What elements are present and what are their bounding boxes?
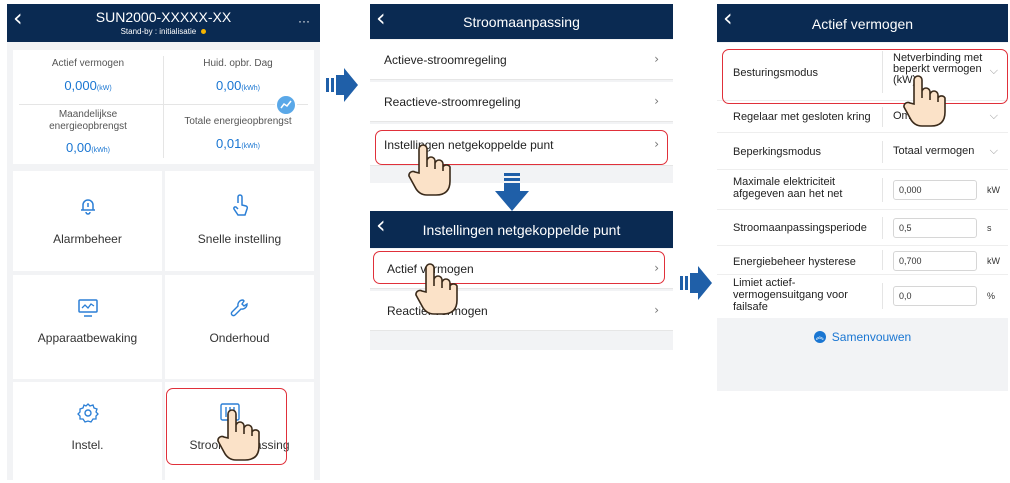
unit-label: kW [987,185,1000,195]
setting-label: Energiebeheer hysterese [733,256,856,268]
pointing-hand-icon [217,409,260,461]
collapse-label: Samenvouwen [831,329,912,344]
unit-label: kW [987,256,1000,266]
setting-row[interactable]: Beperkingsmodus Totaal vermogen ⌵ [717,133,1008,170]
more-icon[interactable]: ··· [298,14,310,28]
pointing-hand-icon [408,144,451,196]
status-text: Stand-by : initialisatie [120,27,197,36]
chevron-down-icon: ⌵ [989,144,998,157]
value-input[interactable]: 0,5 [893,218,977,238]
value-input[interactable]: 0,700 [893,251,977,271]
page-title: Instellingen netgekoppelde punt [422,222,621,238]
device-status: Stand-by : initialisatie [7,27,320,36]
stat-number: 0,00 [216,78,242,93]
setting-label: Regelaar met gesloten kring [733,111,871,123]
bell-icon [81,199,95,215]
unit-label: % [987,291,996,301]
flow-arrow-icon [326,68,358,102]
chevron-down-icon: ⌵ [989,109,998,122]
setting-row[interactable]: Regelaar met gesloten kring Omvormer ⌵ [717,101,1008,133]
setting-value: Totaal vermogen [893,145,975,157]
stat-number: 0,01 [216,136,242,151]
stat-unit: (kW) [96,85,112,92]
stat-value: 0,00(kWh) [13,140,163,155]
navbar: ‹ Stroomaanpassing [370,4,673,39]
setting-row: Stroomaanpassingsperiode 0,5 s [717,210,1008,246]
unit-label: s [987,223,992,233]
chart-icon[interactable] [275,94,297,116]
stat-value: 0,000(kW) [13,78,163,93]
tile-label: Instel. [71,438,104,452]
stat-value: 0,00(kWh) [163,78,313,93]
value-input[interactable]: 0,0 [893,286,977,306]
setting-divider [882,217,883,239]
device-title: SUN2000-XXXXX-XX [95,9,232,25]
stat-label: Totale energieopbrengst [184,116,292,127]
chevron-up-circle-icon: ︽ [813,330,826,343]
stat-unit: (kWh) [91,147,110,154]
monitor-icon [78,299,98,317]
tile-label: Apparaatbewaking [37,331,138,345]
stats-card: Actief vermogen 0,000(kW) Huid. opbr. Da… [13,50,314,164]
flow-arrow-icon [680,266,712,300]
navbar: ‹ Actief vermogen [717,4,1008,42]
gear-icon [77,403,99,423]
wrench-icon [230,299,248,317]
tile-snelle-instelling[interactable]: Snelle instelling [165,171,314,271]
list-item-label: Actieve-stroomregeling [384,53,507,67]
collapse-button[interactable]: ︽ Samenvouwen [717,328,1008,348]
setting-divider [882,250,883,270]
navbar: ‹ SUN2000-XXXXX-XX Stand-by : initialisa… [7,4,320,42]
setting-label: Stroomaanpassingsperiode [733,222,867,234]
flow-arrow-down-icon [495,173,529,211]
tile-label: Alarmbeheer [53,232,122,246]
divider [19,104,308,105]
stat-number: 0,00 [66,140,92,155]
stat-unit: (kWh) [241,85,260,92]
navbar: ‹ Instellingen netgekoppelde punt [370,211,673,248]
setting-label: Beperkingsmodus [733,146,822,158]
setting-row: Limiet actief-vermogensuitgang voor fail… [717,275,1008,318]
setting-row: Maximale elektriciteit afgegeven aan het… [717,170,1008,210]
tile-label: Snelle instelling [197,232,282,246]
page-title: Stroomaanpassing [463,14,580,30]
list-item-label: Reactieve-stroomregeling [384,95,521,109]
list-item[interactable]: Reactieve-stroomregeling › [370,82,673,122]
chevron-right-icon: › [654,52,659,66]
tile-onderhoud[interactable]: Onderhoud [165,275,314,379]
stat-label: Actief vermogen [51,58,125,69]
setting-label: Limiet actief-vermogensuitgang voor fail… [733,277,848,313]
status-dot-icon [201,29,207,35]
stat-unit: (kWh) [241,143,260,150]
tile-label: Onderhoud [209,331,270,345]
setting-divider [882,107,883,127]
chevron-right-icon: › [654,303,659,317]
stat-label: Maandelijkse energieopbrengst [49,109,127,132]
tile-instel[interactable]: Instel. [13,382,162,480]
pointing-hand-icon [415,263,458,315]
setting-row: Energiebeheer hysterese 0,700 kW [717,246,1008,275]
list-item[interactable]: Actieve-stroomregeling › [370,40,673,80]
page-title: Actief vermogen [811,16,914,32]
tap-icon [233,194,249,216]
setting-divider [882,141,883,163]
stat-value: 0,01(kWh) [163,136,313,151]
value-input[interactable]: 0,000 [893,180,977,200]
tile-alarmbeheer[interactable]: Alarmbeheer [13,171,162,271]
tile-apparaatbewaking[interactable]: Apparaatbewaking [13,275,162,379]
stat-label: Huid. opbr. Dag [203,58,273,69]
setting-divider [882,178,883,202]
pointing-hand-icon [903,75,946,127]
chevron-right-icon: › [654,94,659,108]
setting-label: Maximale elektriciteit afgegeven aan het… [733,176,843,200]
highlight-box [722,49,1008,104]
stat-number: 0,000 [64,78,97,93]
setting-divider [882,283,883,309]
